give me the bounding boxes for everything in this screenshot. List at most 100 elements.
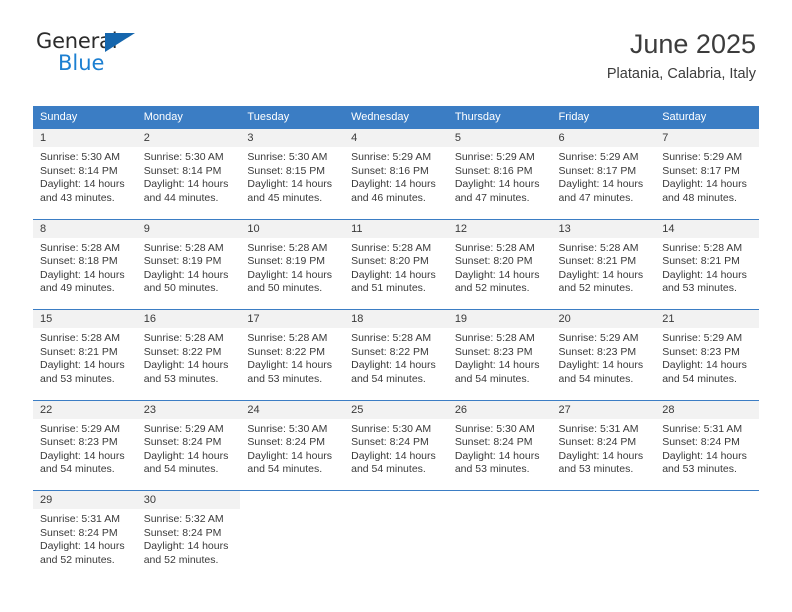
day-number[interactable]: 4 (344, 128, 448, 147)
daylight-text-line1: Daylight: 14 hours (40, 540, 125, 553)
day-cell[interactable]: Sunrise: 5:28 AM Sunset: 8:22 PM Dayligh… (136, 328, 241, 400)
brand-name-blue: Blue (58, 51, 105, 75)
sunrise-text: Sunrise: 5:30 AM (40, 151, 120, 163)
daylight-text-line1: Daylight: 14 hours (351, 178, 436, 191)
sunset-text: Sunset: 8:21 PM (40, 345, 118, 358)
day-cell[interactable]: Sunrise: 5:28 AM Sunset: 8:21 PM Dayligh… (33, 328, 137, 400)
day-cell-empty (655, 509, 759, 581)
day-number[interactable]: 28 (655, 399, 759, 419)
day-cell[interactable]: Sunrise: 5:29 AM Sunset: 8:23 PM Dayligh… (655, 328, 759, 400)
sunrise-text: Sunrise: 5:31 AM (558, 422, 639, 435)
sunset-text: Sunset: 8:23 PM (662, 345, 740, 358)
day-cell[interactable]: Sunrise: 5:29 AM Sunset: 8:24 PM Dayligh… (136, 418, 241, 491)
week-row-details: Sunrise: 5:29 AM Sunset: 8:23 PM Dayligh… (33, 418, 759, 491)
day-cell[interactable]: Sunrise: 5:28 AM Sunset: 8:22 PM Dayligh… (240, 328, 345, 400)
day-number[interactable]: 10 (240, 218, 345, 238)
day-cell[interactable]: Sunrise: 5:28 AM Sunset: 8:23 PM Dayligh… (447, 328, 552, 400)
daylight-text-line1: Daylight: 14 hours (558, 359, 644, 372)
sunset-text: Sunset: 8:16 PM (454, 164, 533, 177)
daylight-text-line2: and 54 minutes. (662, 372, 737, 385)
day-cell[interactable]: Sunrise: 5:30 AM Sunset: 8:14 PM Dayligh… (136, 147, 241, 219)
day-cell[interactable]: Sunrise: 5:28 AM Sunset: 8:21 PM Dayligh… (551, 237, 656, 310)
day-cell[interactable]: Sunrise: 5:28 AM Sunset: 8:19 PM Dayligh… (240, 237, 345, 310)
daylight-text-line2: and 53 minutes. (558, 463, 634, 476)
sunrise-text: Sunrise: 5:28 AM (40, 332, 120, 344)
daylight-text-line2: and 52 minutes. (143, 553, 219, 566)
daylight-text-line1: Daylight: 14 hours (662, 359, 747, 372)
day-cell[interactable]: Sunrise: 5:29 AM Sunset: 8:17 PM Dayligh… (551, 147, 656, 219)
day-number[interactable]: 13 (551, 218, 656, 238)
day-number[interactable]: 15 (33, 309, 137, 328)
sunrise-text: Sunrise: 5:28 AM (662, 241, 743, 254)
day-cell[interactable]: Sunrise: 5:30 AM Sunset: 8:15 PM Dayligh… (240, 147, 345, 219)
day-number[interactable]: 6 (551, 128, 656, 147)
daylight-text-line1: Daylight: 14 hours (351, 359, 436, 372)
day-cell[interactable]: Sunrise: 5:31 AM Sunset: 8:24 PM Dayligh… (551, 418, 656, 491)
day-cell[interactable]: Sunrise: 5:32 AM Sunset: 8:24 PM Dayligh… (136, 509, 241, 581)
day-cell[interactable]: Sunrise: 5:29 AM Sunset: 8:23 PM Dayligh… (551, 328, 656, 400)
title-block: June 2025 Platania, Calabria, Italy (607, 28, 756, 84)
day-number[interactable]: 21 (655, 309, 759, 328)
sunrise-text: Sunrise: 5:31 AM (40, 513, 120, 525)
day-number[interactable]: 30 (136, 490, 241, 509)
day-cell[interactable]: Sunrise: 5:30 AM Sunset: 8:24 PM Dayligh… (240, 418, 345, 491)
daylight-text-line1: Daylight: 14 hours (143, 359, 229, 372)
day-number[interactable]: 29 (33, 490, 137, 509)
day-cell[interactable]: Sunrise: 5:31 AM Sunset: 8:24 PM Dayligh… (33, 509, 137, 581)
day-cell[interactable]: Sunrise: 5:28 AM Sunset: 8:22 PM Dayligh… (344, 328, 448, 400)
day-number[interactable]: 9 (136, 218, 241, 238)
day-cell[interactable]: Sunrise: 5:29 AM Sunset: 8:23 PM Dayligh… (33, 418, 137, 491)
day-number[interactable]: 19 (447, 309, 552, 328)
day-cell[interactable]: Sunrise: 5:30 AM Sunset: 8:24 PM Dayligh… (344, 418, 448, 491)
day-number[interactable]: 11 (344, 218, 448, 238)
day-cell[interactable]: Sunrise: 5:31 AM Sunset: 8:24 PM Dayligh… (655, 418, 759, 491)
day-number[interactable]: 8 (33, 218, 137, 238)
day-cell[interactable]: Sunrise: 5:30 AM Sunset: 8:14 PM Dayligh… (33, 147, 137, 219)
day-number[interactable]: 16 (136, 309, 241, 328)
day-number[interactable]: 17 (240, 309, 345, 328)
day-cell[interactable]: Sunrise: 5:28 AM Sunset: 8:20 PM Dayligh… (344, 237, 448, 310)
day-number[interactable]: 20 (551, 309, 656, 328)
sunrise-text: Sunrise: 5:28 AM (143, 241, 224, 254)
sunrise-text: Sunrise: 5:29 AM (454, 151, 535, 163)
daylight-text-line2: and 46 minutes. (351, 191, 426, 204)
triangle-icon (105, 33, 135, 52)
sunset-text: Sunset: 8:24 PM (558, 436, 637, 449)
daylight-text-line1: Daylight: 14 hours (662, 178, 747, 191)
day-cell[interactable]: Sunrise: 5:29 AM Sunset: 8:16 PM Dayligh… (344, 147, 448, 219)
sunset-text: Sunset: 8:23 PM (558, 345, 637, 358)
day-number[interactable]: 25 (344, 399, 448, 419)
daylight-text-line2: and 52 minutes. (40, 553, 115, 566)
day-number[interactable]: 2 (136, 128, 241, 147)
day-cell[interactable]: Sunrise: 5:30 AM Sunset: 8:24 PM Dayligh… (447, 418, 552, 491)
daylight-text-line2: and 47 minutes. (558, 191, 634, 204)
sunrise-text: Sunrise: 5:28 AM (454, 241, 535, 254)
day-cell[interactable]: Sunrise: 5:29 AM Sunset: 8:16 PM Dayligh… (447, 147, 552, 219)
day-number[interactable]: 27 (551, 399, 656, 419)
sunrise-text: Sunrise: 5:30 AM (454, 422, 535, 435)
day-number[interactable]: 12 (447, 218, 552, 238)
day-number[interactable]: 5 (447, 128, 552, 147)
sunrise-text: Sunrise: 5:28 AM (247, 241, 328, 254)
day-number[interactable]: 1 (33, 128, 137, 147)
brand-logo[interactable]: General Blue (36, 30, 156, 78)
day-number[interactable]: 3 (240, 128, 345, 147)
day-number[interactable]: 26 (447, 399, 552, 419)
day-cell[interactable]: Sunrise: 5:29 AM Sunset: 8:17 PM Dayligh… (655, 147, 759, 219)
day-number[interactable]: 7 (655, 128, 759, 147)
day-number[interactable]: 22 (33, 399, 137, 419)
day-cell[interactable]: Sunrise: 5:28 AM Sunset: 8:18 PM Dayligh… (33, 237, 137, 310)
sunset-text: Sunset: 8:14 PM (40, 164, 118, 177)
weekday-header-sunday: Sunday (33, 106, 137, 129)
calendar-header-row: Sunday Monday Tuesday Wednesday Thursday… (33, 106, 759, 129)
day-cell[interactable]: Sunrise: 5:28 AM Sunset: 8:21 PM Dayligh… (655, 237, 759, 310)
day-number[interactable]: 14 (655, 218, 759, 238)
day-cell[interactable]: Sunrise: 5:28 AM Sunset: 8:19 PM Dayligh… (136, 237, 241, 310)
day-number[interactable]: 23 (136, 399, 241, 419)
day-number[interactable]: 18 (344, 309, 448, 328)
sunset-text: Sunset: 8:19 PM (247, 255, 326, 268)
daylight-text-line1: Daylight: 14 hours (662, 449, 747, 462)
week-row-daynums: 15 16 17 18 19 20 21 (33, 309, 759, 328)
day-number[interactable]: 24 (240, 399, 345, 419)
day-cell[interactable]: Sunrise: 5:28 AM Sunset: 8:20 PM Dayligh… (447, 237, 552, 310)
